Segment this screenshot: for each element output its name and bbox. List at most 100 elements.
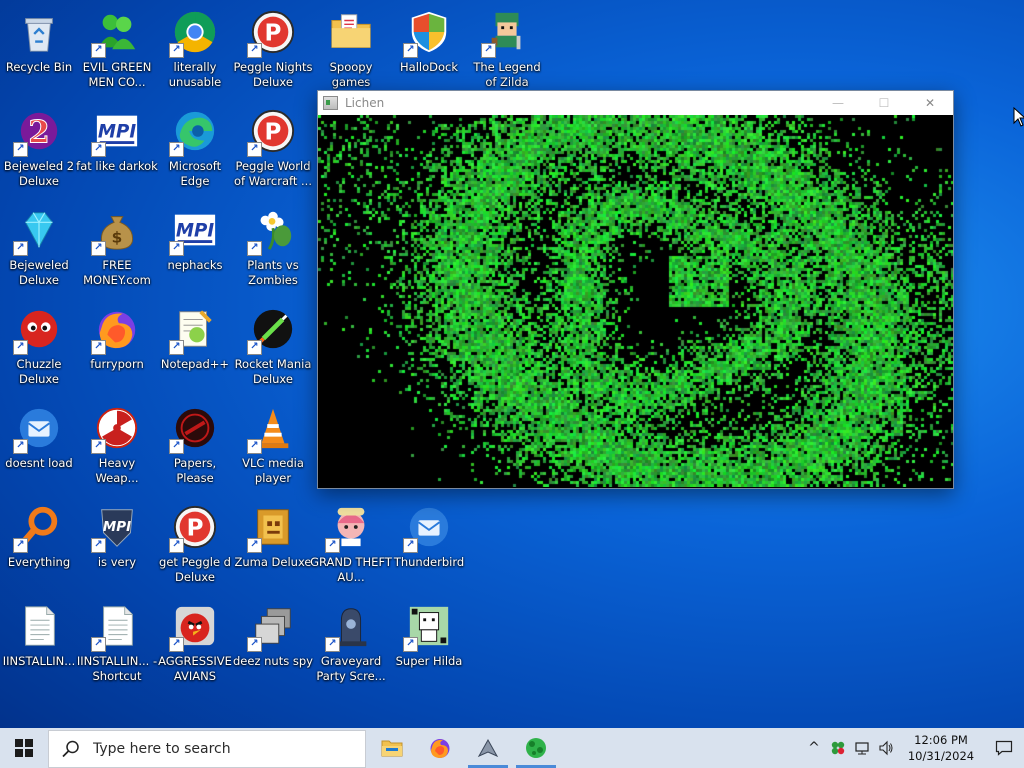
desktop-icon-super-hilda[interactable]: ↗ Super Hilda bbox=[390, 596, 468, 694]
desktop-icon-hallodock[interactable]: ↗ HalloDock bbox=[390, 2, 468, 100]
shortcut-arrow-icon: ↗ bbox=[91, 241, 106, 256]
network-icon[interactable] bbox=[850, 728, 874, 768]
desktop-icon-literally-unusable[interactable]: ↗ literally unusable bbox=[156, 2, 234, 100]
desktop-icon-bejeweled[interactable]: ↗ Bejeweled Deluxe bbox=[0, 200, 78, 298]
desktop-icon-rocket-mania[interactable]: ↗ Rocket Mania Deluxe bbox=[234, 299, 312, 397]
desktop-icon-installing1[interactable]: IINSTALLIN... bbox=[0, 596, 78, 694]
tray-overflow-icon[interactable]: ^ bbox=[802, 728, 826, 768]
start-button[interactable] bbox=[0, 728, 48, 768]
desktop-icon-evil-green-men[interactable]: ↗ EVIL GREEN MEN CO... bbox=[78, 2, 156, 100]
shortcut-arrow-icon: ↗ bbox=[13, 142, 28, 157]
desktop-icon-spoopy-games[interactable]: Spoopy games bbox=[312, 2, 390, 100]
desktop-icon-fat-like-darkok[interactable]: MPI ↗ fat like darkok bbox=[76, 101, 158, 199]
taskbar-search-box[interactable] bbox=[48, 729, 366, 768]
speech-bubble-icon bbox=[995, 740, 1013, 756]
seal-icon: ↗ bbox=[169, 404, 219, 454]
desktop-icon-label: Papers, Please bbox=[173, 456, 217, 485]
shortcut-arrow-icon: ↗ bbox=[91, 142, 106, 157]
desktop-icon-label: FREE MONEY.com bbox=[83, 258, 151, 287]
desktop-icon-thunderbird[interactable]: ↗ Thunderbird bbox=[390, 497, 468, 595]
desktop-icon-vlc[interactable]: ↗ VLC media player bbox=[234, 398, 312, 496]
system-tray: ^ 12:06 PM 10/31/2024 bbox=[802, 728, 1024, 768]
desktop-icon-label: Bejeweled Deluxe bbox=[9, 258, 69, 287]
desktop-icon-label: Recycle Bin bbox=[5, 60, 73, 74]
desktop-icon-label: The Legend of Zilda bbox=[473, 60, 541, 89]
svg-text:MPI: MPI bbox=[176, 221, 214, 242]
maximize-button[interactable]: ☐ bbox=[861, 91, 907, 115]
desktop-icon-is-very[interactable]: MPI ↗ is very bbox=[78, 497, 156, 595]
shortcut-arrow-icon: ↗ bbox=[403, 43, 418, 58]
taskbar-app-pinned-app[interactable] bbox=[464, 728, 512, 768]
text-file-icon bbox=[15, 602, 63, 650]
desktop-icon-notepadpp[interactable]: ↗ Notepad++ bbox=[156, 299, 234, 397]
desktop-icon-recycle-bin[interactable]: Recycle Bin bbox=[0, 2, 78, 100]
desktop-icon-zuma[interactable]: ↗ Zuma Deluxe bbox=[234, 497, 312, 595]
desktop-icon-label: Rocket Mania Deluxe bbox=[234, 357, 312, 386]
close-button[interactable]: ✕ bbox=[907, 91, 953, 115]
taskbar-app-firefox[interactable] bbox=[416, 728, 464, 768]
folder-icon bbox=[380, 736, 404, 760]
shortcut-arrow-icon: ↗ bbox=[91, 439, 106, 454]
hero-sprite-icon: ↗ bbox=[481, 8, 531, 58]
desktop-icon-aggressive-avians[interactable]: ↗ AGGRESSIVE AVIANS bbox=[156, 596, 234, 694]
tray-app-icon[interactable] bbox=[826, 728, 850, 768]
svg-text:$: $ bbox=[112, 228, 123, 246]
desktop-icon-label: Bejeweled 2 Deluxe bbox=[3, 159, 75, 188]
tombstone-icon: ↗ bbox=[325, 602, 375, 652]
desktop-icon-label: EVIL GREEN MEN CO... bbox=[82, 60, 152, 89]
desktop-icon-grand-theft[interactable]: ↗ GRAND THEFT AU... bbox=[310, 497, 392, 595]
desktop-icon-bejeweled2[interactable]: 2 ↗ Bejeweled 2 Deluxe bbox=[0, 101, 78, 199]
desktop-icon-label: furryporn bbox=[90, 357, 144, 371]
desktop-icon-peggle-nights[interactable]: P ↗ Peggle Nights Deluxe bbox=[233, 2, 313, 100]
desktop-icon-peggle-world[interactable]: P ↗ Peggle World of Warcraft ... bbox=[234, 101, 312, 199]
desktop-icon-microsoft-edge[interactable]: ↗ Microsoft Edge bbox=[156, 101, 234, 199]
desktop-icon-label: AGGRESSIVE AVIANS bbox=[158, 654, 232, 683]
search-input[interactable] bbox=[91, 739, 355, 758]
chuzzle-icon: ↗ bbox=[13, 305, 63, 355]
desktop-icon-label: Microsoft Edge bbox=[168, 159, 222, 188]
taskbar-clock[interactable]: 12:06 PM 10/31/2024 bbox=[904, 732, 978, 764]
notification-center-button[interactable] bbox=[984, 728, 1024, 768]
desktop-icon-label: Super Hilda bbox=[395, 654, 463, 668]
thunderbird-icon: ↗ bbox=[13, 404, 63, 454]
desktop-icon-doesnt-load[interactable]: ↗ doesnt load bbox=[0, 398, 78, 496]
peggle-icon: P ↗ bbox=[247, 107, 297, 157]
desktop-icon-label: Plants vs Zombies bbox=[247, 258, 299, 287]
desktop-icon-graveyard[interactable]: ↗ Graveyard Party Scre... bbox=[312, 596, 390, 694]
svg-text:P: P bbox=[265, 120, 282, 146]
desktop-icon-furryporn[interactable]: ↗ furryporn bbox=[78, 299, 156, 397]
desktop-icon-everything[interactable]: ↗ Everything bbox=[0, 497, 78, 595]
desktop-icon-label: Heavy Weap... bbox=[95, 456, 139, 485]
bejeweled2-icon: 2 ↗ bbox=[13, 107, 63, 157]
clock-time: 12:06 PM bbox=[914, 733, 968, 747]
desktop-icon-legend-of-zilda[interactable]: ↗ The Legend of Zilda bbox=[468, 2, 546, 100]
desktop-icon-free-money[interactable]: $ ↗ FREE MONEY.com bbox=[78, 200, 156, 298]
desktop-icon-chuzzle[interactable]: ↗ Chuzzle Deluxe bbox=[0, 299, 78, 397]
lichen-simulation-canvas[interactable] bbox=[318, 115, 953, 487]
volume-icon[interactable] bbox=[874, 728, 898, 768]
text-file-icon: ↗ bbox=[91, 602, 141, 652]
desktop-icon-nephacks[interactable]: MPI ↗ nephacks bbox=[156, 200, 234, 298]
shortcut-arrow-icon: ↗ bbox=[13, 538, 28, 553]
desktop-icon-label: Graveyard Party Scre... bbox=[316, 654, 386, 683]
desktop-icon-plants-vs-zombies[interactable]: ↗ Plants vs Zombies bbox=[234, 200, 312, 298]
recycle-bin-icon bbox=[15, 8, 63, 56]
minimize-button[interactable]: — bbox=[815, 91, 861, 115]
taskbar-app-lichen[interactable] bbox=[512, 728, 560, 768]
shortcut-arrow-icon: ↗ bbox=[247, 637, 262, 652]
desktop-icon-heavy-weapon[interactable]: ↗ Heavy Weap... bbox=[78, 398, 156, 496]
taskbar-app-file-explorer[interactable] bbox=[368, 728, 416, 768]
desktop-icon-installing2[interactable]: ↗ IINSTALLIN... - Shortcut bbox=[77, 596, 157, 694]
desktop-icon-get-peggle[interactable]: P ↗ get Peggle d Deluxe bbox=[156, 497, 234, 595]
spaceship-icon bbox=[476, 736, 500, 760]
lichen-app-icon bbox=[323, 96, 338, 110]
window-titlebar[interactable]: Lichen — ☐ ✕ bbox=[318, 91, 953, 115]
green-people-icon: ↗ bbox=[91, 8, 141, 58]
shortcut-arrow-icon: ↗ bbox=[325, 538, 340, 553]
mpi-shield-icon: MPI ↗ bbox=[91, 503, 141, 553]
clock-date: 10/31/2024 bbox=[907, 749, 975, 763]
shield-icon: ↗ bbox=[403, 8, 453, 58]
desktop-icon-papers-please[interactable]: ↗ Papers, Please bbox=[156, 398, 234, 496]
lichen-window[interactable]: Lichen — ☐ ✕ bbox=[317, 90, 954, 489]
desktop-icon-deez-nuts-spy[interactable]: ↗ deez nuts spy bbox=[233, 596, 313, 694]
